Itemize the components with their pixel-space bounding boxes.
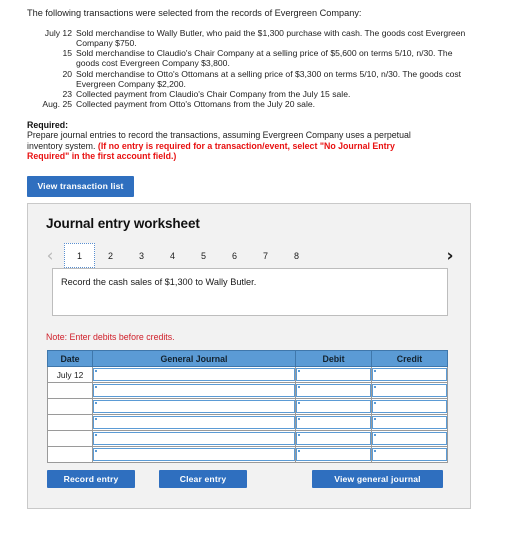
account-select-field[interactable] — [93, 448, 295, 461]
row-date-cell — [47, 414, 93, 431]
row-debit-cell[interactable] — [295, 414, 372, 431]
row-general-journal-cell[interactable] — [92, 446, 296, 463]
transaction-date: July 12 — [44, 28, 72, 38]
transaction-description: Collected payment from Otto's Ottomans f… — [76, 99, 316, 110]
required-label: Required: — [27, 120, 69, 130]
record-entry-button[interactable]: Record entry — [47, 470, 135, 488]
transaction-row: July 12 Sold merchandise to Wally Butler… — [30, 28, 476, 49]
column-header-general-journal: General Journal — [92, 350, 296, 367]
view-general-journal-button[interactable]: View general journal — [312, 470, 443, 488]
worksheet-tab-strip: ‹ 1 2 3 4 5 6 7 8 › — [42, 243, 458, 269]
tab-entry-3[interactable]: 3 — [126, 243, 157, 268]
table-row — [47, 430, 448, 447]
problem-intro-text: The following transactions were selected… — [27, 8, 362, 18]
account-select-field[interactable] — [93, 400, 295, 413]
credit-input-field[interactable] — [372, 400, 447, 413]
row-credit-cell[interactable] — [371, 366, 448, 383]
row-date-cell — [47, 446, 93, 463]
transaction-description: Sold merchandise to Otto's Ottomans at a… — [76, 68, 462, 89]
column-header-debit: Debit — [295, 350, 372, 367]
clear-entry-button[interactable]: Clear entry — [159, 470, 247, 488]
credit-input-field[interactable] — [372, 368, 447, 381]
tab-entry-1[interactable]: 1 — [64, 243, 95, 268]
journal-entry-table: Date General Journal Debit Credit July 1… — [47, 350, 448, 463]
required-section: Required: Prepare journal entries to rec… — [27, 120, 427, 162]
row-credit-cell[interactable] — [371, 398, 448, 415]
worksheet-instruction-text: Record the cash sales of $1,300 to Wally… — [61, 277, 257, 287]
row-credit-cell[interactable] — [371, 430, 448, 447]
view-transaction-list-button[interactable]: View transaction list — [27, 176, 134, 197]
row-general-journal-cell[interactable] — [92, 366, 296, 383]
row-date-cell: July 12 — [47, 366, 93, 383]
tab-entry-7[interactable]: 7 — [250, 243, 281, 268]
transaction-description: Sold merchandise to Wally Butler, who pa… — [76, 28, 466, 48]
debit-input-field[interactable] — [296, 400, 371, 413]
table-row: July 12 — [47, 366, 448, 383]
tab-entry-5[interactable]: 5 — [188, 243, 219, 268]
credit-input-field[interactable] — [372, 384, 447, 397]
row-general-journal-cell[interactable] — [92, 382, 296, 399]
credit-input-field[interactable] — [372, 416, 447, 429]
worksheet-instruction-box: Record the cash sales of $1,300 to Wally… — [52, 268, 448, 316]
account-select-field[interactable] — [93, 416, 295, 429]
debit-input-field[interactable] — [296, 448, 371, 461]
journal-entry-worksheet-panel: Journal entry worksheet ‹ 1 2 3 4 5 6 7 … — [27, 203, 471, 509]
row-credit-cell[interactable] — [371, 382, 448, 399]
column-header-credit: Credit — [371, 350, 448, 367]
chevron-right-icon[interactable]: › — [442, 245, 458, 267]
row-date-cell — [47, 398, 93, 415]
transaction-list-body: July 12 Sold merchandise to Wally Butler… — [30, 28, 476, 111]
debit-input-field[interactable] — [296, 416, 371, 429]
transaction-row: 15 Sold merchandise to Claudio's Chair C… — [30, 48, 476, 69]
tab-entry-2[interactable]: 2 — [95, 243, 126, 268]
row-date-cell — [47, 430, 93, 447]
journal-header-row: Date General Journal Debit Credit — [47, 350, 448, 367]
transaction-row: Aug. 25 Collected payment from Otto's Ot… — [30, 99, 476, 110]
transaction-date: 20 — [62, 68, 72, 79]
transaction-row: 20 Sold merchandise to Otto's Ottomans a… — [30, 68, 476, 90]
worksheet-tab-list: 1 2 3 4 5 6 7 8 — [64, 243, 312, 269]
credit-input-field[interactable] — [372, 448, 447, 461]
transaction-description: Sold merchandise to Claudio's Chair Comp… — [76, 48, 453, 69]
table-row — [47, 414, 448, 431]
row-general-journal-cell[interactable] — [92, 430, 296, 447]
debit-input-field[interactable] — [296, 368, 371, 381]
debit-input-field[interactable] — [296, 384, 371, 397]
account-select-field[interactable] — [93, 384, 295, 397]
transaction-date: 15 — [62, 48, 72, 59]
column-header-date: Date — [47, 350, 93, 367]
transaction-list-table: July 12 Sold merchandise to Wally Butler… — [30, 28, 476, 111]
tab-entry-4[interactable]: 4 — [157, 243, 188, 268]
row-general-journal-cell[interactable] — [92, 398, 296, 415]
table-row — [47, 382, 448, 399]
transaction-date: Aug. 25 — [42, 99, 72, 110]
debits-before-credits-note: Note: Enter debits before credits. — [46, 332, 175, 342]
tab-entry-8[interactable]: 8 — [281, 243, 312, 268]
row-credit-cell[interactable] — [371, 446, 448, 463]
row-debit-cell[interactable] — [295, 430, 372, 447]
credit-input-field[interactable] — [372, 432, 447, 445]
chevron-left-icon[interactable]: ‹ — [42, 245, 58, 267]
row-general-journal-cell[interactable] — [92, 414, 296, 431]
journal-table-head: Date General Journal Debit Credit — [47, 350, 448, 367]
tab-entry-6[interactable]: 6 — [219, 243, 250, 268]
row-debit-cell[interactable] — [295, 366, 372, 383]
account-select-field[interactable] — [93, 368, 295, 381]
row-debit-cell[interactable] — [295, 382, 372, 399]
row-debit-cell[interactable] — [295, 446, 372, 463]
debit-input-field[interactable] — [296, 432, 371, 445]
table-row — [47, 446, 448, 463]
journal-table-container: Date General Journal Debit Credit July 1… — [47, 350, 448, 463]
row-date-cell — [47, 382, 93, 399]
row-credit-cell[interactable] — [371, 414, 448, 431]
account-select-field[interactable] — [93, 432, 295, 445]
row-debit-cell[interactable] — [295, 398, 372, 415]
worksheet-title: Journal entry worksheet — [46, 216, 200, 231]
table-row — [47, 398, 448, 415]
journal-table-body: July 12 — [47, 366, 448, 463]
